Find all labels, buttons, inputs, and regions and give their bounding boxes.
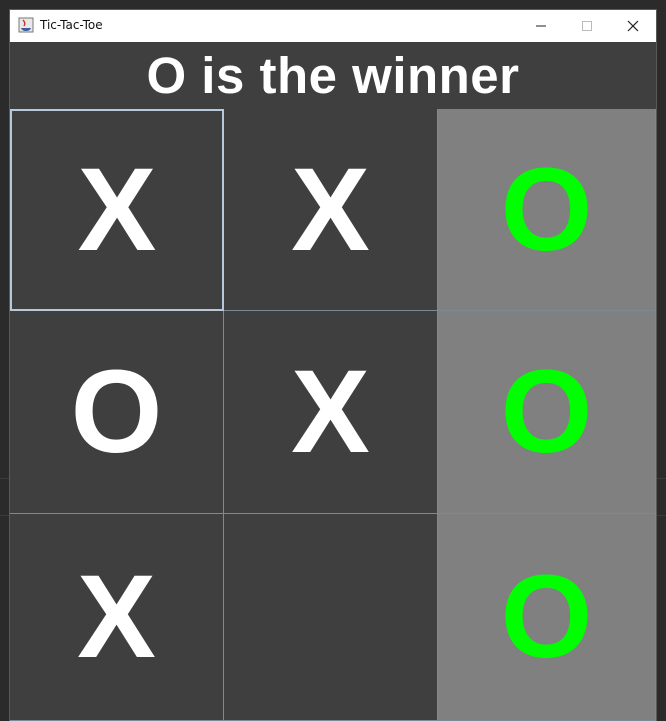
board-cell-6[interactable]: O (438, 311, 656, 514)
winner-message: O is the winner (146, 47, 520, 104)
cell-mark: O (500, 551, 593, 683)
cell-mark: X (77, 144, 157, 276)
title-bar[interactable]: Tic-Tac-Toe (10, 10, 656, 42)
game-window: Tic-Tac-Toe O is the winner X X O O X O … (10, 10, 656, 721)
cell-mark: X (77, 551, 156, 683)
cell-mark: X (291, 346, 370, 478)
cell-mark: X (291, 143, 370, 276)
board-cell-8[interactable] (224, 514, 438, 721)
board-cell-2[interactable]: X (224, 109, 438, 311)
cell-mark: O (500, 346, 593, 478)
maximize-button[interactable] (564, 10, 610, 42)
board-cell-1[interactable]: X (10, 109, 224, 311)
cell-mark: O (70, 346, 163, 478)
game-board: X X O O X O X O (10, 109, 656, 721)
status-header: O is the winner (10, 42, 656, 109)
minimize-button[interactable] (518, 10, 564, 42)
maximize-icon (582, 21, 592, 31)
board-cell-9[interactable]: O (438, 514, 656, 721)
board-cell-7[interactable]: X (10, 514, 224, 721)
cell-mark: O (500, 143, 593, 276)
window-title: Tic-Tac-Toe (40, 18, 103, 32)
board-cell-5[interactable]: X (224, 311, 438, 514)
minimize-icon (536, 25, 546, 27)
java-app-icon (18, 17, 34, 33)
board-cell-4[interactable]: O (10, 311, 224, 514)
close-button[interactable] (610, 10, 656, 42)
board-cell-3[interactable]: O (438, 109, 656, 311)
close-icon (627, 20, 639, 32)
